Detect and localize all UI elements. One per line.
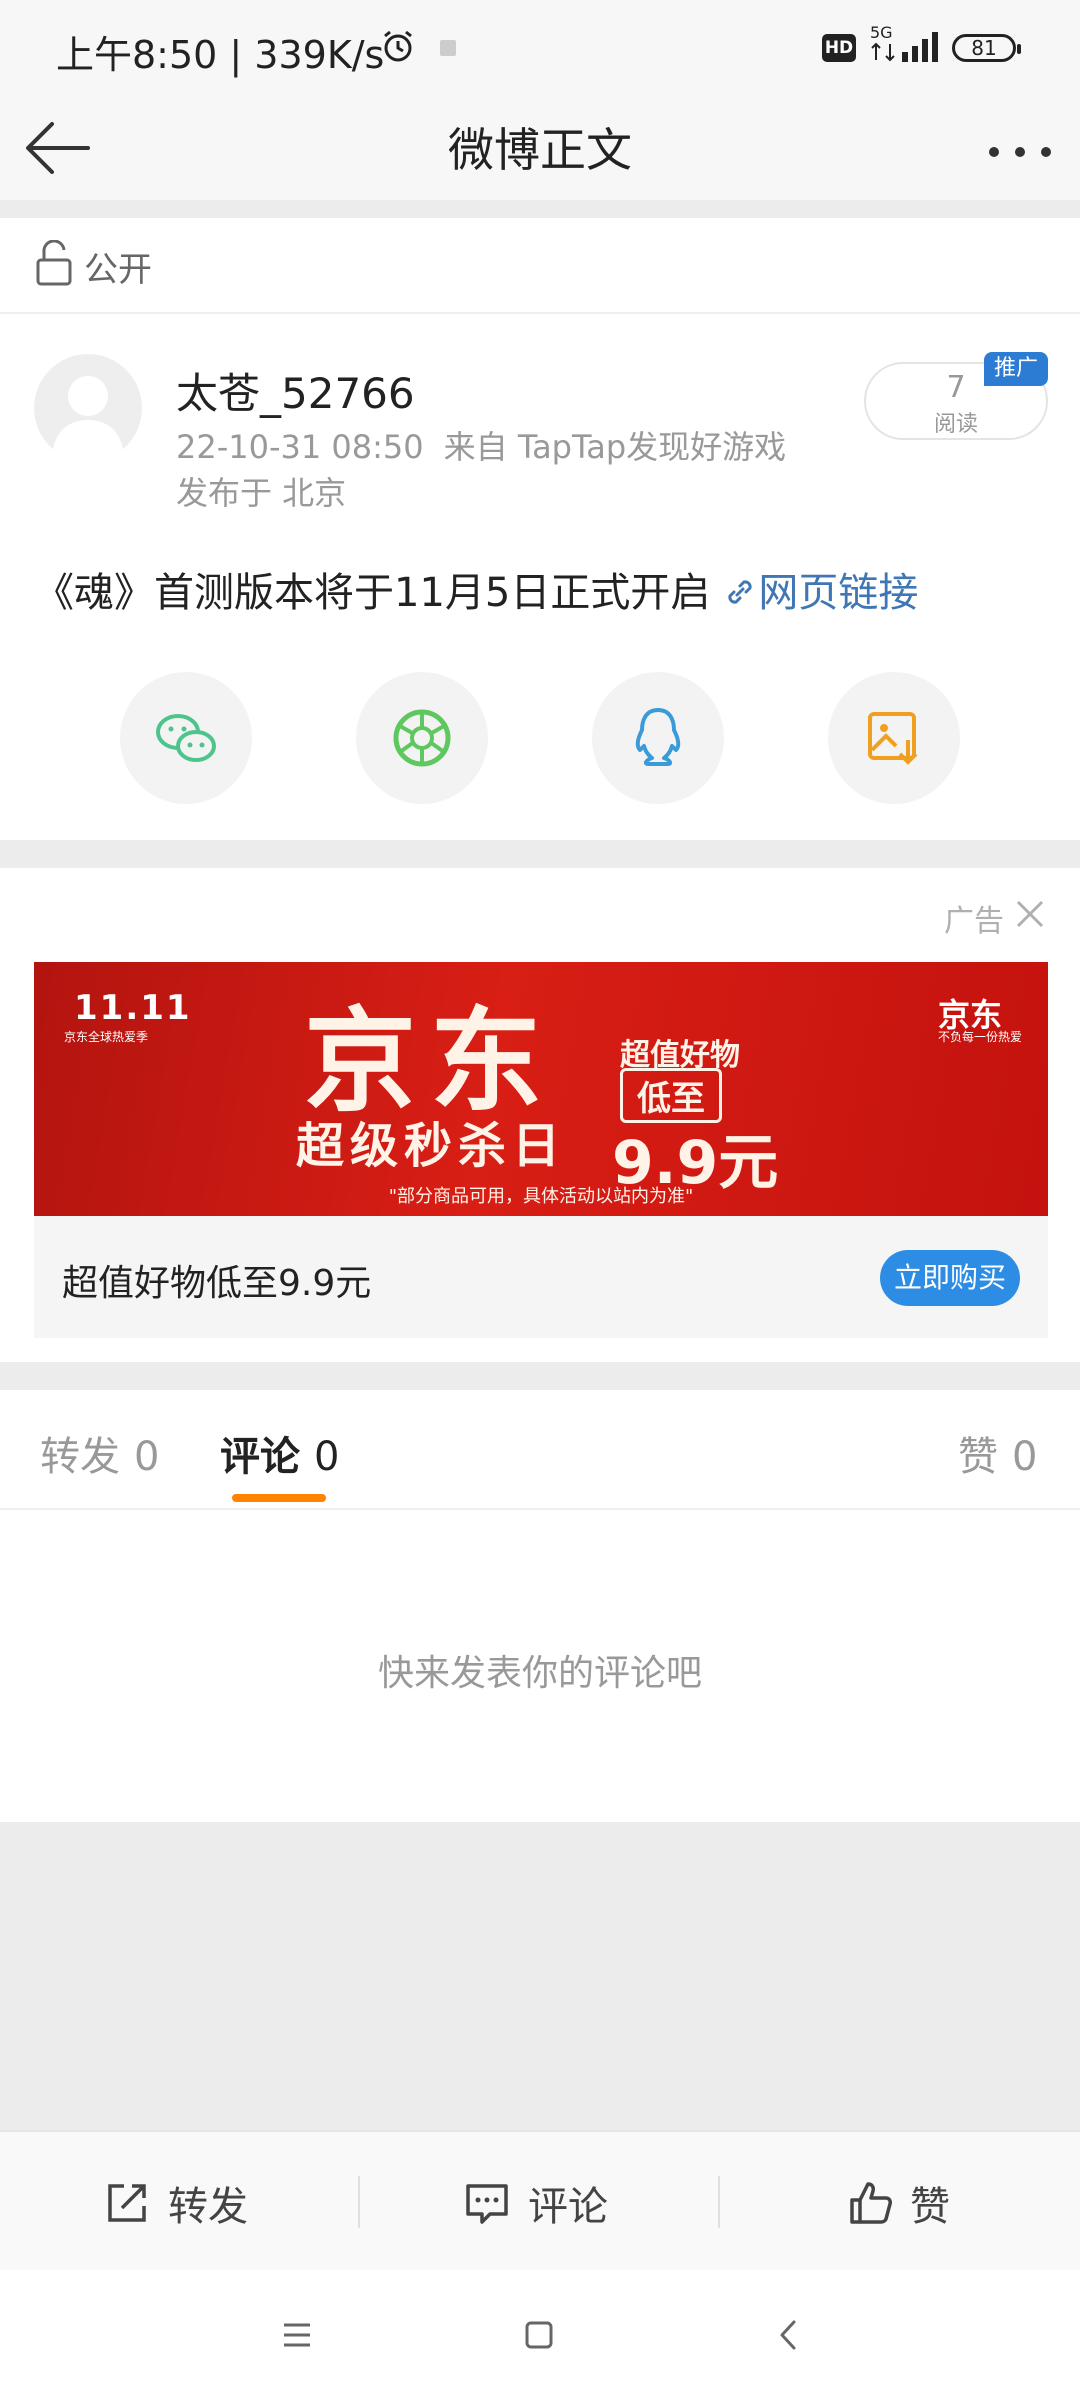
network-type: 5G	[870, 23, 893, 42]
comment-label: 评论	[528, 2184, 608, 2230]
post-card: 太苍_52766 22-10-31 08:50 来自 TapTap发现好游戏 发布…	[0, 316, 1080, 840]
ad-banner-logo: 11.11	[74, 988, 192, 1028]
bottom-action-bar: 转发 评论 赞	[0, 2130, 1080, 2270]
tab-likes[interactable]: 赞0	[958, 1424, 1037, 1482]
page-title: 微博正文	[448, 123, 632, 177]
post-text: 《魂》首测版本将于11月5日正式开启	[34, 570, 711, 616]
status-time: 上午8:50 | 339K/s	[56, 33, 385, 77]
ad-footer[interactable]: 超值好物低至9.9元 立即购买	[34, 1216, 1048, 1338]
read-count-label: 阅读	[933, 412, 978, 437]
moments-icon	[393, 709, 451, 767]
home-icon[interactable]	[514, 2310, 564, 2360]
battery-indicator: 81	[952, 34, 1021, 62]
tab-count: 0	[134, 1434, 160, 1480]
post-body: 《魂》首测版本将于11月5日正式开启 网页链接	[34, 560, 918, 618]
tab-reposts[interactable]: 转发 0	[40, 1424, 159, 1482]
share-wechat-button[interactable]	[120, 672, 252, 804]
more-options-icon[interactable]	[980, 132, 1060, 172]
tab-label: 赞	[958, 1434, 998, 1480]
repost-button[interactable]: 转发	[0, 2132, 358, 2272]
divider	[0, 840, 1080, 868]
web-link-label: 网页链接	[758, 570, 919, 616]
tab-label: 评论	[220, 1434, 300, 1480]
visibility-label: 公开	[84, 250, 152, 290]
menu-icon[interactable]	[272, 2310, 322, 2360]
ad-banner-disclaimer: "部分商品可用，具体活动以站内为准"	[388, 1186, 694, 1207]
ad-banner-subline: 超级秒杀日	[296, 1118, 567, 1174]
tab-label: 转发	[40, 1434, 120, 1480]
comments-empty-state: 快来发表你的评论吧	[0, 1512, 1080, 1822]
signal-icon: 5G	[870, 23, 938, 62]
repost-icon	[108, 2184, 146, 2222]
web-link[interactable]: 网页链接	[722, 570, 918, 616]
avatar[interactable]	[34, 354, 142, 462]
post-location: 发布于 北京	[176, 474, 347, 512]
like-button[interactable]: 赞	[720, 2132, 1078, 2272]
divider	[0, 1362, 1080, 1390]
save-image-icon	[868, 712, 918, 765]
visibility-row: 公开	[0, 218, 1080, 314]
share-row	[0, 672, 1080, 812]
promo-badge: 推广	[984, 352, 1048, 386]
ad-banner-headline: 京东	[304, 997, 556, 1127]
repost-label: 转发	[168, 2184, 248, 2230]
nav-bar: 微博正文	[0, 96, 1080, 200]
ad-banner-image[interactable]: 11.11 京东全球热爱季 京东 超级秒杀日 超值好物 低至 9.9元 京东 不…	[34, 962, 1048, 1216]
ad-title: 超值好物低至9.9元	[62, 1263, 372, 1304]
share-qq-button[interactable]	[592, 672, 724, 804]
empty-comments-message: 快来发表你的评论吧	[377, 1653, 702, 1694]
post-meta: 22-10-31 08:50 来自 TapTap发现好游戏	[176, 422, 786, 468]
thumbs-up-icon	[850, 2182, 892, 2224]
tab-count: 0	[314, 1434, 340, 1480]
comment-button[interactable]: 评论	[360, 2132, 718, 2272]
ad-label: 广告	[944, 904, 1004, 939]
wechat-icon	[156, 714, 216, 762]
link-icon	[728, 580, 752, 604]
ad-banner-logo-sub: 京东全球热爱季	[64, 1030, 149, 1044]
tab-count: 0	[1012, 1434, 1038, 1480]
interaction-tabs: 转发 0 评论 0 赞0	[0, 1390, 1080, 1510]
comment-icon	[466, 2184, 508, 2224]
like-label: 赞	[910, 2184, 950, 2230]
close-icon[interactable]	[1014, 898, 1046, 930]
author-name[interactable]: 太苍_52766	[176, 360, 415, 421]
tab-comments[interactable]: 评论 0	[220, 1424, 339, 1482]
active-tab-indicator	[232, 1494, 326, 1502]
post-source[interactable]: 来自 TapTap发现好游戏	[444, 428, 787, 466]
share-moments-button[interactable]	[356, 672, 488, 804]
buy-now-button[interactable]: 立即购买	[880, 1250, 1020, 1306]
hd-badge: HD	[822, 34, 856, 62]
unlock-icon	[36, 240, 72, 286]
system-back-icon[interactable]	[764, 2310, 814, 2360]
status-bar: 上午8:50 | 339K/s HD 5G 81	[0, 0, 1080, 96]
post-time: 22-10-31 08:50	[176, 428, 424, 466]
ad-banner-brand-sub: 不负每一份热爱	[938, 1030, 1023, 1044]
divider	[0, 200, 1080, 218]
alarm-icon	[384, 30, 412, 62]
system-nav-bar	[0, 2270, 1080, 2400]
qq-icon	[635, 708, 681, 766]
save-image-button[interactable]	[828, 672, 960, 804]
page-background	[0, 1822, 1080, 2130]
ad-card: 广告 11.11 京东全球热爱季 京东 超级秒杀日 超值好物 低至 9.9元 京…	[0, 868, 1080, 1362]
default-avatar-icon	[52, 376, 124, 462]
notification-icon	[440, 40, 456, 56]
